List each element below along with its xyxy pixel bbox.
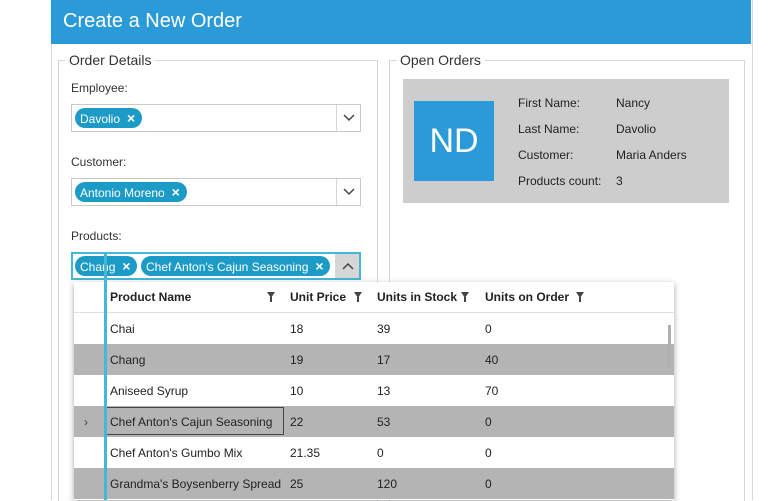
cell-unit-price: 19 xyxy=(290,353,304,367)
chip-remove-icon[interactable]: × xyxy=(169,182,183,202)
cell-unit-price: 25 xyxy=(290,477,304,491)
table-row[interactable]: Chang 19 17 40 xyxy=(74,344,674,375)
order-details-legend: Order Details xyxy=(65,52,156,68)
cell-units-in-stock: 53 xyxy=(377,415,391,429)
cell-units-on-order: 70 xyxy=(485,384,499,398)
column-header-unit-price[interactable]: Unit Price xyxy=(290,290,346,304)
employee-dropdown-button[interactable] xyxy=(336,105,360,131)
resize-guide xyxy=(104,281,107,500)
products-dropdown-grid[interactable]: Product Name Unit Price Units in Stock U… xyxy=(74,282,674,500)
employee-chip-label: Davolio xyxy=(80,112,121,126)
cell-units-on-order: 0 xyxy=(485,446,492,460)
cell-units-on-order: 0 xyxy=(485,477,492,491)
filter-icon[interactable] xyxy=(354,292,362,302)
cell-product-name: Chef Anton's Gumbo Mix xyxy=(110,446,243,460)
employee-label: Employee: xyxy=(71,81,128,95)
resize-guide xyxy=(104,253,107,283)
cell-product-name: Aniseed Syrup xyxy=(110,384,189,398)
cell-units-on-order: 0 xyxy=(485,415,492,429)
field-key: Products count: xyxy=(518,174,602,188)
employee-chip[interactable]: Davolio × xyxy=(75,108,143,128)
table-row[interactable]: Chai 18 39 0 xyxy=(74,313,674,344)
field-value: Maria Anders xyxy=(616,148,687,162)
open-orders-legend: Open Orders xyxy=(396,52,485,68)
cell-product-name: Grandma's Boysenberry Spread xyxy=(110,477,282,491)
chip-remove-icon[interactable]: × xyxy=(124,108,138,128)
table-row-current[interactable]: › Chef Anton's Cajun Seasoning 22 53 0 xyxy=(74,406,674,437)
customer-chip-label: Antonio Moreno xyxy=(80,186,165,200)
cell-units-in-stock: 17 xyxy=(377,353,391,367)
column-header-units-on-order[interactable]: Units on Order xyxy=(485,290,569,304)
chevron-down-icon xyxy=(342,114,355,122)
filter-icon[interactable] xyxy=(267,292,275,302)
employee-combobox[interactable]: Davolio × xyxy=(71,104,361,132)
cell-unit-price: 10 xyxy=(290,384,304,398)
avatar-initials: ND xyxy=(429,121,479,160)
chip-remove-icon[interactable]: × xyxy=(119,256,133,276)
products-dropdown-button[interactable] xyxy=(335,254,359,278)
products-combobox[interactable]: Chang × Chef Anton's Cajun Seasoning × xyxy=(71,252,361,280)
products-label: Products: xyxy=(71,229,122,243)
field-value: 3 xyxy=(616,174,623,188)
grid-header: Product Name Unit Price Units in Stock U… xyxy=(74,282,674,313)
product-chip-label: Chang xyxy=(80,260,116,274)
field-value: Nancy xyxy=(616,96,651,110)
column-header-units-in-stock[interactable]: Units in Stock xyxy=(377,290,457,304)
field-key: Customer: xyxy=(518,148,574,162)
field-key: First Name: xyxy=(518,96,581,110)
product-chip-label: Chef Anton's Cajun Seasoning xyxy=(146,260,309,274)
window-title: Create a New Order xyxy=(63,10,242,32)
cell-product-name: Chef Anton's Cajun Seasoning xyxy=(110,415,273,429)
chevron-down-icon xyxy=(342,188,355,196)
product-chip[interactable]: Chef Anton's Cajun Seasoning × xyxy=(141,256,331,276)
cell-units-in-stock: 120 xyxy=(377,477,398,491)
avatar: ND xyxy=(414,101,494,181)
cell-product-name: Chang xyxy=(110,353,146,367)
chip-remove-icon[interactable]: × xyxy=(312,256,326,276)
column-header-product-name[interactable]: Product Name xyxy=(110,290,191,304)
table-row[interactable]: Grandma's Boysenberry Spread 25 120 0 xyxy=(74,468,674,499)
cell-units-on-order: 40 xyxy=(485,353,499,367)
field-value: Davolio xyxy=(616,122,657,136)
customer-combobox[interactable]: Antonio Moreno × xyxy=(71,178,361,206)
table-row[interactable]: Chef Anton's Gumbo Mix 21.35 0 0 xyxy=(74,437,674,468)
cell-units-in-stock: 13 xyxy=(377,384,391,398)
current-row-indicator-icon: › xyxy=(84,415,88,429)
cell-unit-price: 18 xyxy=(290,322,304,336)
customer-label: Customer: xyxy=(71,155,127,169)
table-row[interactable]: Aniseed Syrup 10 13 70 xyxy=(74,375,674,406)
cell-unit-price: 21.35 xyxy=(290,446,321,460)
filter-icon[interactable] xyxy=(461,292,469,302)
title-bar: Create a New Order xyxy=(51,0,751,44)
field-key: Last Name: xyxy=(518,122,580,136)
cell-units-in-stock: 0 xyxy=(377,446,384,460)
filter-icon[interactable] xyxy=(576,292,584,302)
cell-units-in-stock: 39 xyxy=(377,322,391,336)
vertical-scrollbar-thumb[interactable] xyxy=(668,325,671,367)
cell-product-name: Chai xyxy=(110,322,135,336)
chevron-up-icon xyxy=(341,262,354,270)
cell-unit-price: 22 xyxy=(290,415,304,429)
customer-dropdown-button[interactable] xyxy=(336,179,360,205)
order-card[interactable]: ND First Name: Nancy Last Name: Davolio … xyxy=(403,79,729,203)
cell-units-on-order: 0 xyxy=(485,322,492,336)
customer-chip[interactable]: Antonio Moreno × xyxy=(75,182,187,202)
